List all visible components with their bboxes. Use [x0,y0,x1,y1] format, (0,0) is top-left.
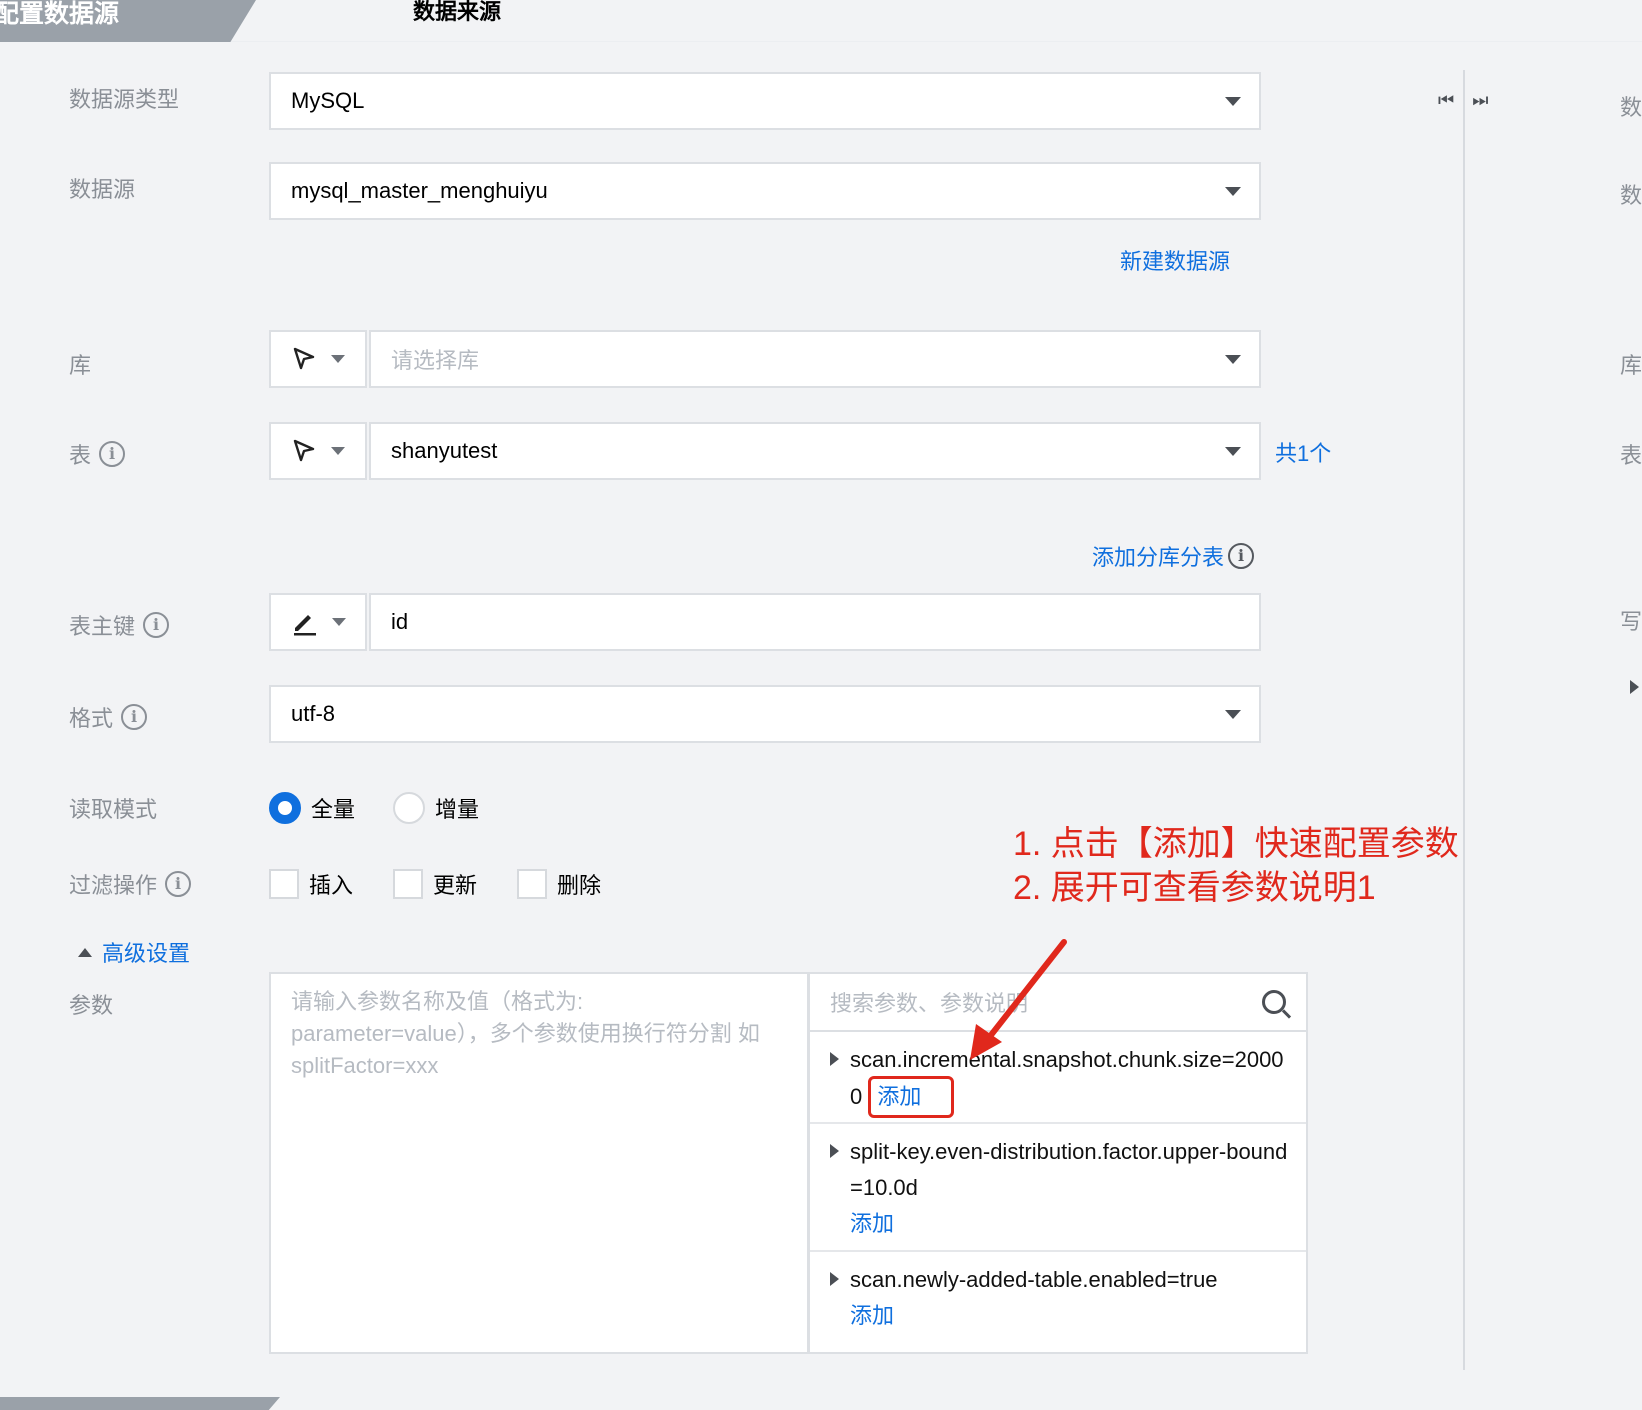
expand-icon[interactable] [830,1272,839,1286]
right-label: 写 [1620,609,1642,634]
chevron-down-icon [1225,709,1241,719]
add-shard-link[interactable]: 添加分库分表 i [1092,540,1255,572]
param-add-link[interactable]: 添加 [868,1076,955,1118]
section-title: 数据来源 [413,0,502,24]
right-label: 表 [1620,443,1642,468]
collapse-right-icon[interactable]: ⏭ [1472,90,1488,111]
cursor-arrow-icon [293,439,315,462]
label-primary-key: 表主键 i [69,609,170,641]
chevron-down-icon [331,355,345,363]
pen-icon [294,615,316,636]
top-header: 配置数据源 数据来源 [0,0,1642,42]
radio-full[interactable]: 全量 [269,792,355,824]
param-name: split-key.even-distribution.factor.upper… [850,1139,1288,1200]
checkbox-insert-label: 插入 [309,873,354,898]
primary-key-value: id [391,609,409,634]
source-type-value: MySQL [291,88,365,113]
right-label: 数 [1620,183,1642,208]
label-table: 表i [69,438,126,470]
table-mode-button[interactable] [269,422,367,480]
step-tab-config[interactable]: 配置数据源 [0,0,256,42]
chevron-down-icon [1225,446,1241,456]
search-icon[interactable] [1262,990,1286,1014]
checkbox-box [517,869,547,899]
table-count-link[interactable]: 共1个 [1275,436,1331,468]
param-add-link[interactable]: 添加 [850,1206,1290,1242]
info-icon[interactable]: i [1228,543,1255,569]
format-select[interactable]: utf-8 [269,685,1261,743]
label-format: 格式 i [69,701,148,733]
info-icon[interactable]: i [99,441,126,467]
radio-full-label: 全量 [311,797,356,822]
param-search-input[interactable]: 搜索参数、参数说明 [810,974,1306,1032]
checkbox-delete[interactable]: 删除 [517,868,601,900]
expand-icon[interactable] [1630,680,1639,694]
info-icon[interactable]: i [121,704,148,730]
param-name: scan.newly-added-table.enabled=true [850,1267,1218,1292]
source-select[interactable]: mysql_master_menghuiyu [269,162,1261,220]
step-title: 配置数据源 [0,0,120,28]
add-shard-label: 添加分库分表 [1092,545,1225,570]
caret-up-icon [78,947,92,957]
param-item[interactable]: scan.newly-added-table.enabled=true 添加 [810,1252,1306,1348]
label-source: 数据源 [69,177,136,202]
bottom-step-tab [0,1397,280,1410]
param-item[interactable]: scan.incremental.snapshot.chunk.size=200… [810,1032,1306,1124]
database-mode-button[interactable] [269,330,367,388]
info-icon[interactable]: i [165,871,192,897]
param-suggestion-panel: 搜索参数、参数说明 scan.incremental.snapshot.chun… [808,972,1308,1354]
chevron-down-icon [1225,354,1241,364]
right-label: 数 [1620,95,1642,120]
expand-icon[interactable] [830,1144,839,1158]
source-value: mysql_master_menghuiyu [291,178,548,203]
annotation-line-2: 2. 展开可查看参数说明1 [1013,869,1376,907]
advanced-toggle[interactable]: 高级设置 [78,936,190,968]
param-item[interactable]: split-key.even-distribution.factor.upper… [810,1124,1306,1252]
database-select[interactable]: 请选择库 [369,330,1261,388]
label-database: 库 [69,353,92,378]
database-placeholder: 请选择库 [391,348,480,373]
params-textarea[interactable]: 请输入参数名称及值（格式为: parameter=value），多个参数使用换行… [269,972,809,1354]
label-source-type: 数据源类型 [69,87,180,112]
checkbox-update-label: 更新 [433,873,478,898]
radio-incremental[interactable]: 增量 [393,792,479,824]
expand-icon[interactable] [830,1052,839,1066]
collapse-controls: ⏮ ⏭ [1438,90,1488,111]
chevron-down-icon [1225,96,1241,106]
chevron-down-icon [331,447,345,455]
advanced-label: 高级设置 [102,941,191,966]
format-value: utf-8 [291,701,336,726]
radio-incremental-label: 增量 [435,797,480,822]
annotation-note: 1. 点击【添加】快速配置参数 2. 展开可查看参数说明1 [1013,822,1459,910]
param-search-placeholder: 搜索参数、参数说明 [830,991,1029,1016]
table-value: shanyutest [391,438,498,463]
radio-dot-checked [269,792,301,824]
collapse-left-icon[interactable]: ⏮ [1438,90,1454,111]
primary-key-mode-button[interactable] [269,593,367,651]
annotation-line-1: 1. 点击【添加】快速配置参数 [1013,825,1459,863]
param-add-link[interactable]: 添加 [850,1298,1290,1334]
checkbox-delete-label: 删除 [557,873,602,898]
checkbox-insert[interactable]: 插入 [269,868,353,900]
cursor-arrow-icon [293,347,315,370]
label-read-mode: 读取模式 [69,797,158,822]
info-icon[interactable]: i [143,612,170,638]
radio-dot [393,792,425,824]
chevron-down-icon [332,618,346,626]
chevron-down-icon [1225,186,1241,196]
checkbox-box [269,869,299,899]
primary-key-input[interactable]: id [369,593,1261,651]
new-source-link[interactable]: 新建数据源 [1120,244,1230,276]
label-params: 参数 [69,993,114,1018]
source-type-select[interactable]: MySQL [269,72,1261,130]
panel-divider [1463,70,1465,1370]
right-label: 库 [1620,353,1642,378]
checkbox-update[interactable]: 更新 [393,868,477,900]
checkbox-box [393,869,423,899]
table-select[interactable]: shanyutest [369,422,1261,480]
label-filter-ops: 过滤操作 i [69,868,192,900]
